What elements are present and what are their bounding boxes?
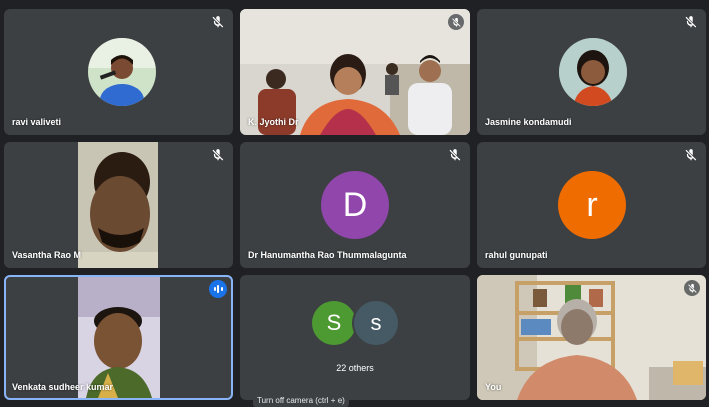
mic-off-icon [211, 148, 225, 162]
avatar-letter: r [586, 185, 598, 224]
mic-off-icon [684, 15, 698, 29]
participant-tile-venkata[interactable]: Venkata sudheer kumar [4, 275, 233, 400]
participant-tile-hanumantha[interactable]: D Dr Hanumantha Rao Thummalagunta [240, 142, 470, 268]
participant-video [78, 142, 158, 268]
participant-tile-you[interactable]: You [477, 275, 706, 400]
letter-avatar: r [558, 171, 626, 239]
mic-off-icon [684, 148, 698, 162]
participant-name: You [485, 382, 502, 392]
others-tile[interactable]: S s 22 others [240, 275, 470, 400]
participant-name: Vasantha Rao M [12, 250, 82, 260]
mic-off-icon [448, 148, 462, 162]
participant-tile-ravi[interactable]: ravi valiveti [4, 9, 233, 135]
camera-tooltip: Turn off camera (ctrl + e) [253, 394, 349, 407]
participant-name: Dr Hanumantha Rao Thummalagunta [248, 250, 407, 260]
participant-tile-jyothi[interactable]: K. Jyothi Dr [240, 9, 470, 135]
mic-off-icon [684, 280, 700, 296]
participant-video [477, 275, 706, 400]
letter-avatar: D [321, 171, 389, 239]
avatar-letter: s [370, 310, 382, 335]
others-count: 22 others [336, 363, 374, 373]
mic-off-icon [211, 15, 225, 29]
audio-level-icon [209, 280, 227, 298]
others-avatar: s [354, 301, 398, 345]
participant-video [78, 277, 160, 398]
participant-name: rahul gunupati [485, 250, 548, 260]
participant-name: ravi valiveti [12, 117, 62, 127]
participant-name: Jasmine kondamudi [485, 117, 572, 127]
participant-name: Venkata sudheer kumar [12, 382, 114, 392]
participant-tile-vasantha[interactable]: Vasantha Rao M [4, 142, 233, 268]
avatar-letter: D [342, 185, 368, 224]
participant-name: K. Jyothi Dr [248, 117, 299, 127]
participant-tile-jasmine[interactable]: Jasmine kondamudi [477, 9, 706, 135]
participant-avatar [559, 38, 627, 106]
mic-off-icon [448, 14, 464, 30]
avatar-letter: S [326, 310, 342, 335]
participant-avatar [88, 38, 156, 106]
others-avatar: S [312, 301, 356, 345]
participant-tile-rahul[interactable]: r rahul gunupati [477, 142, 706, 268]
